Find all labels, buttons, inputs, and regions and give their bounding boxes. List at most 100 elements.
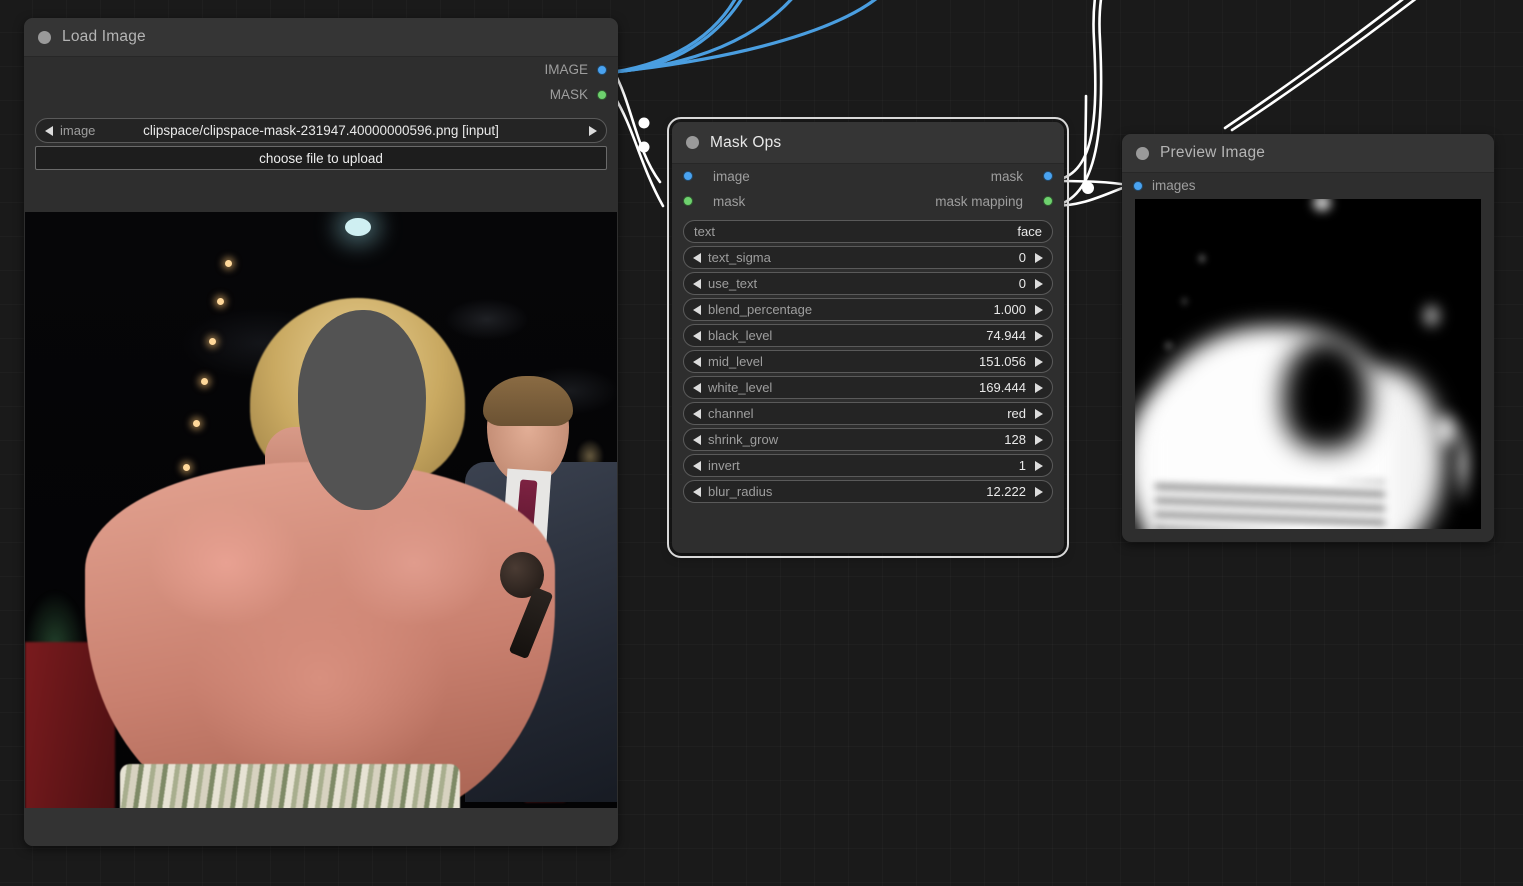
chevron-right-icon[interactable]: [1035, 304, 1043, 315]
node-graph-canvas[interactable]: Load Image IMAGE MASK image clipspace/cl…: [0, 0, 1523, 886]
preview-image-output[interactable]: [1135, 199, 1481, 529]
node-load-image-body: IMAGE MASK image clipspace/clipspace-mas…: [24, 57, 618, 170]
widget-text-sigma-value: 0: [1018, 250, 1026, 265]
output-port-mask-dot[interactable]: [1043, 171, 1053, 181]
collapse-dot-icon[interactable]: [686, 136, 699, 149]
node-mask-ops-body: image mask mask mask mapping text face t…: [672, 164, 1064, 503]
input-slot-images[interactable]: images: [1122, 173, 1494, 198]
input-slot-mask-label: mask: [713, 194, 746, 209]
widget-channel[interactable]: channel red: [683, 402, 1053, 425]
chevron-right-icon[interactable]: [1035, 460, 1043, 471]
widget-invert[interactable]: invert 1: [683, 454, 1053, 477]
widget-channel-value: red: [1007, 406, 1026, 421]
input-port-images-dot[interactable]: [1133, 180, 1143, 191]
slot-row-image-mask: image mask: [672, 164, 1064, 189]
chevron-left-icon[interactable]: [693, 460, 701, 471]
widget-mid-level[interactable]: mid_level 151.056: [683, 350, 1053, 373]
widget-black-level[interactable]: black_level 74.944: [683, 324, 1053, 347]
load-image-preview[interactable]: [25, 212, 617, 808]
chevron-left-icon[interactable]: [693, 382, 701, 393]
widget-text-sigma[interactable]: text_sigma 0: [683, 246, 1053, 269]
widget-invert-value: 1: [1018, 458, 1026, 473]
output-slot-mask[interactable]: MASK: [24, 82, 618, 107]
chevron-left-icon[interactable]: [693, 356, 701, 367]
output-port-image-dot[interactable]: [597, 64, 607, 75]
widget-text-label: text: [694, 224, 715, 239]
chevron-right-icon[interactable]: [1035, 434, 1043, 445]
slot-row-mask-mapping: mask mask mapping: [672, 189, 1064, 214]
chevron-right-icon[interactable]: [1035, 278, 1043, 289]
chevron-right-icon[interactable]: [1035, 252, 1043, 263]
photo-wrestler-trunks: [120, 764, 460, 808]
widget-text-sigma-label: text_sigma: [708, 250, 771, 265]
output-slot-image[interactable]: IMAGE: [24, 57, 618, 82]
widget-use-text[interactable]: use_text 0: [683, 272, 1053, 295]
widget-shrink-grow[interactable]: shrink_grow 128: [683, 428, 1053, 451]
chevron-left-icon[interactable]: [693, 330, 701, 341]
node-mask-ops-header[interactable]: Mask Ops: [672, 122, 1064, 164]
widget-text-value: face: [1017, 224, 1042, 239]
node-mask-ops-title: Mask Ops: [710, 133, 782, 151]
link-image-group: [612, 0, 877, 74]
output-port-mask-dot[interactable]: [597, 89, 607, 100]
node-load-image-header[interactable]: Load Image: [24, 18, 618, 57]
chevron-right-icon[interactable]: [1035, 330, 1043, 341]
chevron-left-icon[interactable]: [693, 304, 701, 315]
node-load-image-footer: [24, 808, 618, 846]
mask-neck-notch: [1283, 339, 1369, 449]
widget-use-text-value: 0: [1018, 276, 1026, 291]
widget-blur-radius-value: 12.222: [986, 484, 1026, 499]
widget-blend-percentage-value: 1.000: [993, 302, 1026, 317]
widget-black-level-value: 74.944: [986, 328, 1026, 343]
mask-bottom-shading: [1155, 481, 1385, 529]
widget-invert-label: invert: [708, 458, 740, 473]
link-midpoint-dot: [638, 141, 650, 153]
widget-channel-label: channel: [708, 406, 754, 421]
input-slot-image-label: image: [713, 169, 750, 184]
widget-shrink-grow-label: shrink_grow: [708, 432, 779, 447]
chevron-right-icon[interactable]: [1035, 486, 1043, 497]
chevron-right-icon[interactable]: [589, 125, 597, 136]
node-preview-image[interactable]: Preview Image images: [1122, 134, 1494, 542]
link-junction-dot: [1082, 182, 1094, 194]
widget-white-level-label: white_level: [708, 380, 773, 395]
chevron-right-icon[interactable]: [1035, 382, 1043, 393]
input-port-mask-dot[interactable]: [683, 196, 693, 206]
node-load-image[interactable]: Load Image IMAGE MASK image clipspace/cl…: [24, 18, 618, 846]
photo-spotlight: [345, 218, 371, 236]
choose-file-to-upload-button[interactable]: choose file to upload: [35, 146, 607, 170]
output-port-mask-mapping-dot[interactable]: [1043, 196, 1053, 206]
mask-top-dot: [1313, 199, 1331, 211]
chevron-left-icon[interactable]: [693, 434, 701, 445]
chevron-left-icon[interactable]: [693, 486, 701, 497]
output-slot-mask-mapping-label: mask mapping: [935, 194, 1023, 209]
link-to-maskops-group: [612, 70, 665, 208]
collapse-dot-icon[interactable]: [1136, 146, 1149, 160]
widget-image-value: clipspace/clipspace-mask-231947.40000000…: [143, 123, 499, 138]
node-preview-image-body: images: [1122, 173, 1494, 198]
collapse-dot-icon[interactable]: [38, 30, 51, 44]
input-port-image-dot[interactable]: [683, 171, 693, 181]
chevron-right-icon[interactable]: [1035, 408, 1043, 419]
widget-shrink-grow-value: 128: [1004, 432, 1026, 447]
widget-blend-percentage[interactable]: blend_percentage 1.000: [683, 298, 1053, 321]
widget-white-level[interactable]: white_level 169.444: [683, 376, 1053, 399]
photo-wrestler-torso: [85, 462, 555, 808]
chevron-left-icon[interactable]: [45, 125, 53, 136]
widget-white-level-value: 169.444: [979, 380, 1026, 395]
node-preview-image-header[interactable]: Preview Image: [1122, 134, 1494, 173]
widget-mid-level-label: mid_level: [708, 354, 763, 369]
output-slot-mask-label: mask: [990, 169, 1023, 184]
node-mask-ops[interactable]: Mask Ops image mask mask mask mapping te…: [667, 117, 1069, 558]
widget-text[interactable]: text face: [683, 220, 1053, 243]
chevron-left-icon[interactable]: [693, 252, 701, 263]
link-midpoint-dot: [638, 117, 650, 129]
chevron-right-icon[interactable]: [1035, 356, 1043, 367]
widget-mid-level-value: 151.056: [979, 354, 1026, 369]
chevron-left-icon[interactable]: [693, 408, 701, 419]
widget-image-combo[interactable]: image clipspace/clipspace-mask-231947.40…: [35, 118, 607, 143]
widget-blur-radius[interactable]: blur_radius 12.222: [683, 480, 1053, 503]
node-load-image-title: Load Image: [62, 28, 146, 45]
chevron-left-icon[interactable]: [693, 278, 701, 289]
input-slot-images-label: images: [1152, 178, 1196, 193]
